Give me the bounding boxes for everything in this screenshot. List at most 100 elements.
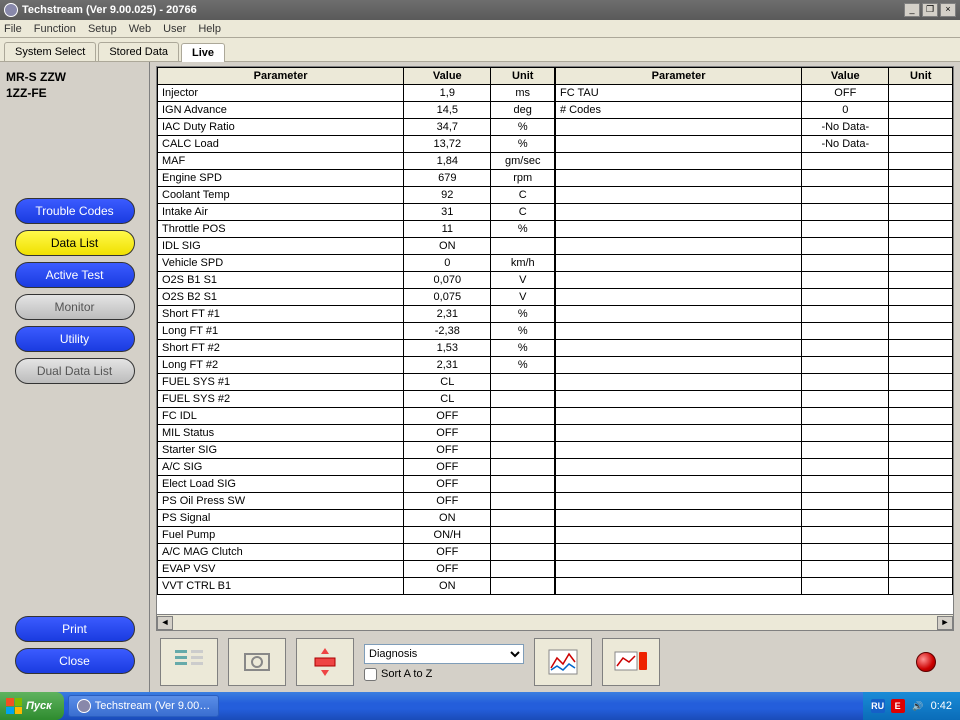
table-row[interactable]: Long FT #1-2,38% (158, 323, 555, 340)
table-row[interactable]: A/C SIGOFF (158, 459, 555, 476)
table-row (556, 306, 953, 323)
start-button[interactable]: Пуск (0, 692, 64, 720)
menu-function[interactable]: Function (34, 23, 76, 35)
col-unit[interactable]: Unit (889, 68, 953, 85)
vehicle-line2: 1ZZ-FE (6, 86, 143, 100)
table-row[interactable]: # Codes0 (556, 102, 953, 119)
bottom-toolbar: Diagnosis Sort A to Z (156, 634, 954, 690)
expand-button[interactable] (296, 638, 354, 686)
table-row[interactable]: IAC Duty Ratio34,7% (158, 119, 555, 136)
col-parameter[interactable]: Parameter (556, 68, 802, 85)
table-row[interactable]: VVT CTRL B1ON (158, 578, 555, 595)
record-indicator-icon[interactable] (916, 652, 936, 672)
snapshot-button[interactable] (228, 638, 286, 686)
content-area: Parameter Value Unit Injector1,9msIGN Ad… (150, 62, 960, 692)
table-row[interactable]: -No Data- (556, 119, 953, 136)
sort-checkbox-label[interactable]: Sort A to Z (364, 668, 524, 681)
table-row (556, 357, 953, 374)
sidebar-trouble-codes-button[interactable]: Trouble Codes (15, 198, 135, 224)
list-view-button[interactable] (160, 638, 218, 686)
table-row[interactable]: FUEL SYS #1CL (158, 374, 555, 391)
table-row (556, 238, 953, 255)
horizontal-scrollbar[interactable]: ◄ ► (156, 615, 954, 631)
table-row[interactable]: FC IDLOFF (158, 408, 555, 425)
table-row (556, 374, 953, 391)
table-row[interactable]: Starter SIGOFF (158, 442, 555, 459)
table-row[interactable]: Long FT #22,31% (158, 357, 555, 374)
vehicle-line1: MR-S ZZW (6, 70, 143, 84)
col-value[interactable]: Value (404, 68, 491, 85)
table-row[interactable]: FUEL SYS #2CL (158, 391, 555, 408)
table-row (556, 476, 953, 493)
sidebar-dual-data-list-button[interactable]: Dual Data List (15, 358, 135, 384)
table-row[interactable]: O2S B1 S10,070V (158, 272, 555, 289)
table-row[interactable]: Fuel PumpON/H (158, 527, 555, 544)
table-row[interactable]: Short FT #12,31% (158, 306, 555, 323)
tab-row: System SelectStored DataLive (0, 38, 960, 62)
tab-stored-data[interactable]: Stored Data (98, 42, 179, 61)
tab-live[interactable]: Live (181, 43, 225, 62)
data-table-left: Parameter Value Unit Injector1,9msIGN Ad… (157, 67, 555, 595)
table-row[interactable]: Intake Air31C (158, 204, 555, 221)
table-row (556, 323, 953, 340)
task-app-icon (77, 699, 91, 713)
table-row[interactable]: PS Oil Press SWOFF (158, 493, 555, 510)
menu-web[interactable]: Web (129, 23, 151, 35)
sort-checkbox[interactable] (364, 668, 377, 681)
taskbar-item[interactable]: Techstream (Ver 9.00… (68, 695, 220, 717)
table-row[interactable]: Engine SPD679rpm (158, 170, 555, 187)
table-row[interactable]: A/C MAG ClutchOFF (158, 544, 555, 561)
table-row[interactable]: Coolant Temp92C (158, 187, 555, 204)
close-window-button[interactable]: × (940, 3, 956, 17)
menu-file[interactable]: File (4, 23, 22, 35)
table-row[interactable]: Short FT #21,53% (158, 340, 555, 357)
restore-button[interactable]: ❐ (922, 3, 938, 17)
table-row[interactable]: Vehicle SPD0km/h (158, 255, 555, 272)
scroll-right-icon[interactable]: ► (937, 616, 953, 630)
table-row[interactable]: MIL StatusOFF (158, 425, 555, 442)
table-row[interactable]: CALC Load13,72% (158, 136, 555, 153)
table-row[interactable]: Throttle POS11% (158, 221, 555, 238)
language-indicator[interactable]: RU (871, 699, 885, 713)
table-row (556, 544, 953, 561)
sidebar-utility-button[interactable]: Utility (15, 326, 135, 352)
table-row (556, 578, 953, 595)
close-button[interactable]: Close (15, 648, 135, 674)
tab-system-select[interactable]: System Select (4, 42, 96, 61)
table-row[interactable]: MAF1,84gm/sec (158, 153, 555, 170)
graph1-button[interactable] (534, 638, 592, 686)
sidebar-monitor-button[interactable]: Monitor (15, 294, 135, 320)
table-row (556, 442, 953, 459)
tray-volume-icon[interactable]: 🔊 (911, 699, 925, 713)
table-row (556, 493, 953, 510)
table-row (556, 408, 953, 425)
col-parameter[interactable]: Parameter (158, 68, 404, 85)
table-row[interactable]: EVAP VSVOFF (158, 561, 555, 578)
table-row[interactable]: PS SignalON (158, 510, 555, 527)
graph2-button[interactable] (602, 638, 660, 686)
table-row (556, 204, 953, 221)
sidebar-data-list-button[interactable]: Data List (15, 230, 135, 256)
col-value[interactable]: Value (802, 68, 889, 85)
table-row[interactable]: IDL SIGON (158, 238, 555, 255)
menu-user[interactable]: User (163, 23, 186, 35)
table-row[interactable]: -No Data- (556, 136, 953, 153)
table-row[interactable]: Elect Load SIGOFF (158, 476, 555, 493)
print-button[interactable]: Print (15, 616, 135, 642)
table-row[interactable]: IGN Advance14,5deg (158, 102, 555, 119)
minimize-button[interactable]: _ (904, 3, 920, 17)
sidebar-active-test-button[interactable]: Active Test (15, 262, 135, 288)
tray-icon[interactable]: E (891, 699, 905, 713)
table-row[interactable]: FC TAUOFF (556, 85, 953, 102)
diagnosis-select[interactable]: Diagnosis (364, 644, 524, 664)
clock[interactable]: 0:42 (931, 700, 952, 712)
scroll-left-icon[interactable]: ◄ (157, 616, 173, 630)
table-row (556, 170, 953, 187)
menu-setup[interactable]: Setup (88, 23, 117, 35)
table-row (556, 561, 953, 578)
table-row[interactable]: O2S B2 S10,075V (158, 289, 555, 306)
table-row (556, 255, 953, 272)
table-row[interactable]: Injector1,9ms (158, 85, 555, 102)
col-unit[interactable]: Unit (491, 68, 555, 85)
menu-help[interactable]: Help (198, 23, 221, 35)
